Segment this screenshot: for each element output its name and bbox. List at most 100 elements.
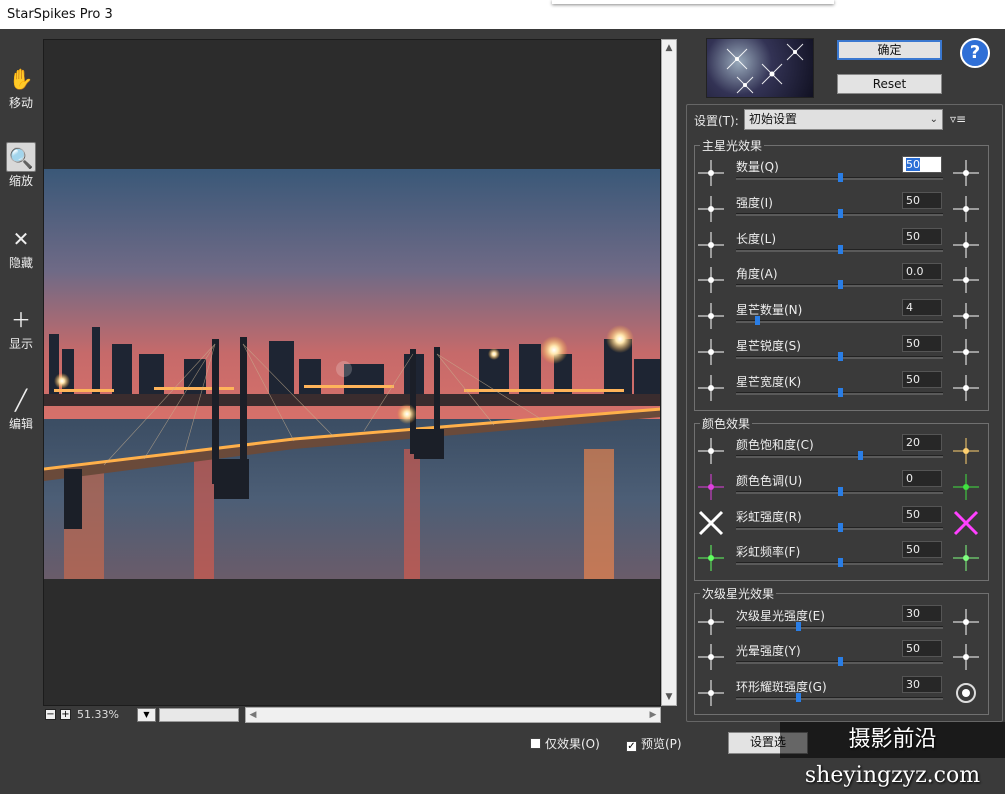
tool-hide[interactable]: ✕ 隐藏 — [3, 224, 39, 271]
param-value: 30 — [906, 678, 920, 691]
param-row-spike-count: 数量(Q) 50 — [697, 156, 987, 195]
param-value-input[interactable]: 50 — [902, 506, 942, 523]
effect-only-label: 仅效果(O) — [545, 737, 600, 751]
param-label: 数量(Q) — [736, 160, 779, 174]
param-slider-thumb[interactable] — [838, 657, 843, 666]
horizontal-scrollbar[interactable]: ◀ ▶ — [245, 707, 661, 723]
status-bar: − + 51.33% ▼ ◀ ▶ — [43, 706, 661, 724]
param-label: 颜色色调(U) — [736, 474, 803, 488]
tool-zoom-label: 缩放 — [8, 174, 33, 188]
rainbow-frequency-small-icon — [697, 544, 725, 572]
param-slider-track[interactable] — [736, 697, 943, 700]
zoom-in-button[interactable]: + — [60, 709, 71, 720]
param-value: 50 — [906, 158, 920, 171]
param-slider-thumb[interactable] — [838, 245, 843, 254]
effect-thumbnail — [706, 38, 814, 98]
param-row-halo: 光晕强度(Y) 50 — [697, 640, 987, 679]
param-row-spike-number: 星芒数量(N) 4 — [697, 299, 987, 338]
tool-move-label: 移动 — [8, 96, 33, 110]
param-row-ring-flare: 环形耀斑强度(G) 30 — [697, 676, 987, 715]
param-slider-thumb[interactable] — [838, 487, 843, 496]
param-slider-track[interactable] — [736, 455, 943, 458]
param-value: 0.0 — [906, 265, 924, 278]
scroll-up-icon[interactable]: ▲ — [662, 40, 676, 56]
preview-canvas[interactable] — [43, 39, 661, 706]
param-row-rainbow-strength: 彩虹强度(R) 50 — [697, 506, 987, 545]
hue-small-icon — [697, 473, 725, 501]
param-slider-thumb[interactable] — [755, 316, 760, 325]
secondary-strength-small-icon — [697, 608, 725, 636]
checkbox-box[interactable] — [530, 738, 541, 749]
param-value-input[interactable]: 50 — [902, 541, 942, 558]
reset-button[interactable]: Reset — [837, 74, 942, 94]
watermark: 摄影前沿 sheyingzyz.com — [780, 722, 1005, 788]
param-value-input[interactable]: 50 — [902, 371, 942, 388]
param-label: 彩虹强度(R) — [736, 510, 802, 524]
angle-small-icon — [697, 266, 725, 294]
tool-edit[interactable]: ╱ 编辑 — [3, 385, 39, 432]
group-primary-title: 主星光效果 — [700, 137, 765, 154]
help-icon[interactable]: ? — [960, 38, 990, 68]
param-value-input[interactable]: 50 — [902, 156, 942, 173]
param-value-input[interactable]: 4 — [902, 299, 942, 316]
param-slider-thumb[interactable] — [838, 173, 843, 182]
param-slider-thumb[interactable] — [838, 523, 843, 532]
star-preview-graphic — [726, 43, 804, 94]
param-value-input[interactable]: 50 — [902, 335, 942, 352]
param-slider-thumb[interactable] — [838, 388, 843, 397]
halo-small-icon — [697, 643, 725, 671]
length-small-icon — [697, 231, 725, 259]
param-slider-thumb[interactable] — [838, 280, 843, 289]
preview-checkbox[interactable]: ✓ 预览(P) — [626, 735, 682, 752]
angle-large-icon — [952, 266, 980, 294]
param-slider-thumb[interactable] — [838, 352, 843, 361]
checkbox-checked[interactable]: ✓ — [626, 741, 637, 752]
param-value: 50 — [906, 230, 920, 243]
param-slider-thumb[interactable] — [796, 622, 801, 631]
zoom-out-button[interactable]: − — [45, 709, 56, 720]
param-slider-thumb[interactable] — [838, 209, 843, 218]
param-value: 50 — [906, 642, 920, 655]
param-value-input[interactable]: 50 — [902, 228, 942, 245]
param-slider-track[interactable] — [736, 320, 943, 323]
group-secondary-title: 次级星光效果 — [700, 585, 777, 602]
param-label: 彩虹频率(F) — [736, 545, 801, 559]
param-slider-track[interactable] — [736, 626, 943, 629]
scroll-right-icon[interactable]: ▶ — [646, 708, 660, 722]
effect-only-checkbox[interactable]: 仅效果(O) — [530, 735, 600, 752]
param-value-input[interactable]: 50 — [902, 192, 942, 209]
param-slider-thumb[interactable] — [858, 451, 863, 460]
tool-show[interactable]: ＋ 显示 — [3, 305, 39, 352]
param-slider-thumb[interactable] — [796, 693, 801, 702]
param-value: 20 — [906, 436, 920, 449]
saturation-large-icon — [952, 437, 980, 465]
param-value: 50 — [906, 373, 920, 386]
tool-zoom[interactable]: 🔍 缩放 — [3, 142, 39, 189]
saturation-small-icon — [697, 437, 725, 465]
param-row-strength: 强度(I) 50 — [697, 192, 987, 231]
zoom-level: 51.33% — [77, 708, 119, 721]
param-value-input[interactable]: 50 — [902, 640, 942, 657]
vertical-scrollbar[interactable]: ▲ ▼ — [661, 39, 677, 706]
zoom-slider-field[interactable] — [159, 708, 239, 722]
scroll-down-icon[interactable]: ▼ — [662, 689, 676, 705]
sharpness-large-icon — [952, 338, 980, 366]
spike-number-large-icon — [952, 302, 980, 330]
param-value-input[interactable]: 30 — [902, 605, 942, 622]
param-label: 星芒宽度(K) — [736, 375, 802, 389]
param-value-input[interactable]: 20 — [902, 434, 942, 451]
tool-move[interactable]: ✋ 移动 — [3, 64, 39, 111]
width-small-icon — [697, 374, 725, 402]
param-slider-thumb[interactable] — [838, 558, 843, 567]
scroll-left-icon[interactable]: ◀ — [246, 708, 260, 722]
zoom-dropdown[interactable]: ▼ — [137, 708, 156, 722]
ok-button[interactable]: 确定 — [837, 40, 942, 60]
param-value-input[interactable]: 0.0 — [902, 263, 942, 280]
pen-icon: ╱ — [14, 388, 28, 412]
param-value-input[interactable]: 0 — [902, 470, 942, 487]
cross-icon: ✕ — [12, 227, 30, 251]
param-row-secondary-strength: 次级星光强度(E) 30 — [697, 605, 987, 644]
param-row-rainbow-frequency: 彩虹频率(F) 50 — [697, 541, 987, 580]
param-value-input[interactable]: 30 — [902, 676, 942, 693]
chevron-down-icon: ▼ — [143, 710, 150, 719]
